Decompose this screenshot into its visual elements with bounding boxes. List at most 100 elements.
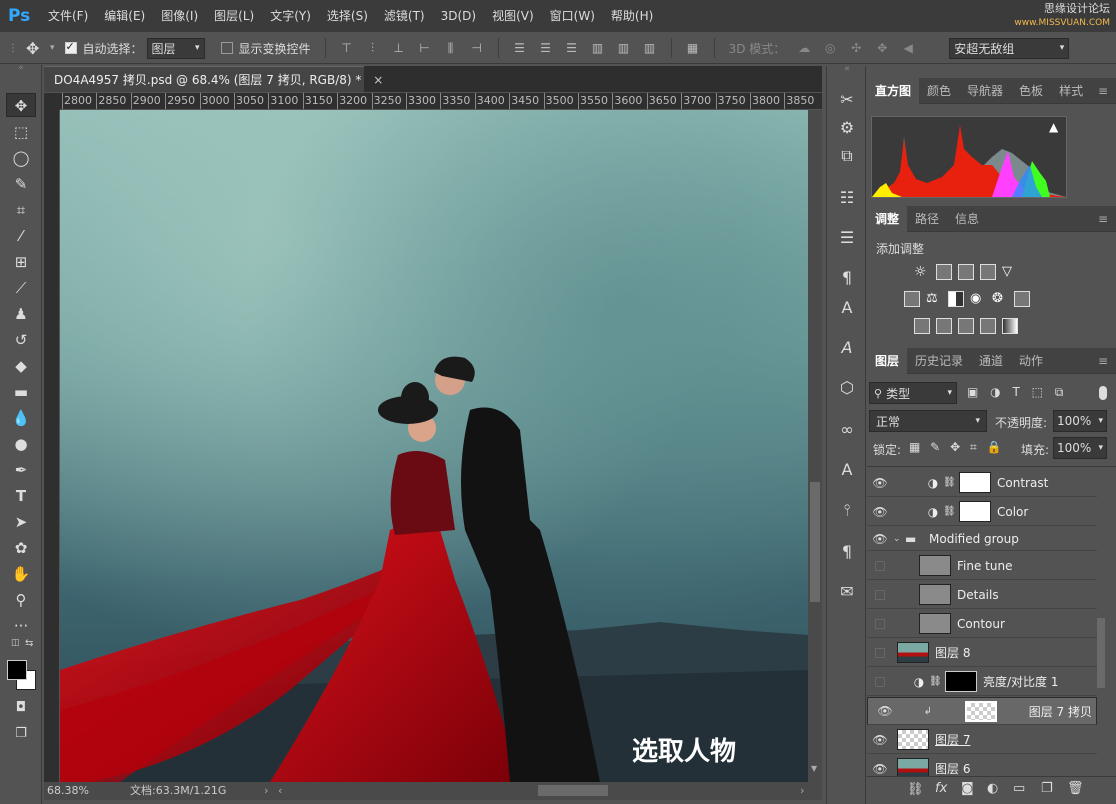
visibility-toggle[interactable] — [875, 676, 885, 687]
link-icon[interactable]: ⛓ — [943, 506, 956, 517]
history-brush-tool-icon[interactable]: ↺ — [6, 328, 36, 352]
layer-name[interactable]: Contour — [957, 617, 1005, 631]
layer-name[interactable]: Modified group — [929, 532, 1019, 546]
eyedropper-tool-icon[interactable]: ⁄ — [6, 224, 36, 248]
selective-color-icon[interactable] — [980, 318, 996, 334]
tab-paths[interactable]: 路径 — [907, 206, 947, 232]
visibility-eye-icon[interactable]: 👁 — [867, 532, 893, 546]
lock-image-icon[interactable]: ✎ — [930, 440, 940, 454]
tab-info[interactable]: 信息 — [947, 206, 987, 232]
tab-history[interactable]: 历史记录 — [907, 348, 971, 374]
channel-mixer-icon[interactable]: ❂ — [992, 291, 1008, 307]
horizontal-ruler[interactable]: 2800 2850 2900 2950 3000 3050 3100 3150 3200 3250… — [60, 93, 822, 110]
lasso-tool-icon[interactable]: ◯ — [6, 146, 36, 170]
visibility-eye-icon[interactable]: 👁 — [867, 762, 893, 776]
layer-thumbnail[interactable] — [897, 758, 929, 776]
character-icon[interactable]: A — [835, 458, 859, 482]
paragraph-styles-icon[interactable]: ¶ — [835, 266, 859, 290]
visibility-eye-icon[interactable]: 👁 — [867, 733, 893, 747]
gradient-tool-icon[interactable]: ▬ — [6, 380, 36, 404]
levels-icon[interactable] — [936, 264, 952, 280]
menu-type[interactable]: 文字(Y) — [262, 0, 319, 32]
panel-menu-icon[interactable]: ≡ — [1098, 212, 1108, 226]
character-styles-icon[interactable]: A — [835, 296, 859, 320]
align-left-icon[interactable]: ⊢ — [418, 41, 432, 55]
tab-navigator[interactable]: 导航器 — [959, 78, 1011, 104]
quick-select-tool-icon[interactable]: ✎ — [6, 172, 36, 196]
dodge-tool-icon[interactable]: ● — [6, 432, 36, 456]
link-icon[interactable]: ⛓ — [943, 477, 956, 488]
add-mask-icon[interactable]: ◙ — [961, 781, 974, 796]
tab-actions[interactable]: 动作 — [1011, 348, 1051, 374]
smart-object-filter-icon[interactable]: ⧉ — [1055, 385, 1064, 399]
show-transform-checkbox[interactable] — [220, 42, 233, 54]
opacity-field[interactable]: 100% ▾ — [1053, 410, 1107, 432]
collapse-icon[interactable]: « — [6, 61, 36, 75]
3d-slide-icon[interactable]: ✥ — [875, 41, 889, 55]
type-tool-icon[interactable]: T — [6, 484, 36, 508]
vertical-scrollbar[interactable]: ▼ — [808, 110, 822, 782]
glyphs-icon[interactable]: A — [835, 336, 859, 360]
close-tab-icon[interactable]: × — [373, 73, 383, 87]
layer-row-color[interactable]: 👁 ◑ ⛓ Color — [867, 498, 1097, 526]
layer-filter-dropdown[interactable]: ⚲ 类型 ▾ — [869, 382, 957, 404]
document-tab[interactable]: DO4A4957 拷贝.psd @ 68.4% (图层 7 拷贝, RGB/8)… — [44, 66, 383, 92]
foreground-color-swatch[interactable] — [7, 660, 27, 680]
scroll-right-icon[interactable]: › — [800, 782, 804, 800]
layer-row-layer7[interactable]: 👁 图层 7 — [867, 726, 1097, 754]
tab-layers[interactable]: 图层 — [867, 347, 908, 374]
horizontal-scroll-thumb[interactable] — [538, 785, 608, 796]
clone-source-icon[interactable]: ⧉ — [835, 144, 859, 168]
crop-tool-icon[interactable]: ⌗ — [6, 198, 36, 222]
align-right-icon[interactable]: ⊣ — [470, 41, 484, 55]
layer-thumbnail[interactable] — [897, 642, 929, 663]
visibility-toggle[interactable] — [875, 589, 885, 600]
layer-thumbnail[interactable] — [965, 700, 998, 722]
menu-layer[interactable]: 图层(L) — [206, 0, 262, 32]
color-balance-icon[interactable]: ⚖ — [926, 291, 942, 307]
quick-mask-icon[interactable]: ◘ — [6, 696, 36, 720]
layer-row-details[interactable]: Details — [867, 581, 1097, 609]
workspace-dropdown[interactable]: 安超无敌组 ▾ — [949, 37, 1070, 59]
invert-icon[interactable] — [914, 318, 930, 334]
menu-3d[interactable]: 3D(D) — [433, 0, 484, 32]
layer-row-layer8[interactable]: 图层 8 — [867, 639, 1097, 667]
exposure-icon[interactable] — [980, 264, 996, 280]
path-select-tool-icon[interactable]: ➤ — [6, 510, 36, 534]
auto-select-checkbox[interactable] — [64, 40, 77, 54]
swap-colors-icon[interactable]: ⇆ — [25, 638, 33, 649]
layer-name[interactable]: Color — [997, 505, 1028, 519]
styles-icon[interactable]: ⚙ — [835, 116, 859, 140]
scroll-thumb[interactable] — [810, 482, 820, 602]
link-layers-icon[interactable]: ⛓ — [907, 782, 924, 797]
layer-thumbnail[interactable] — [919, 555, 951, 576]
stamp-tool-icon[interactable]: ♟ — [6, 302, 36, 326]
filter-toggle[interactable] — [1099, 386, 1107, 400]
vibrance-icon[interactable]: ▽ — [1002, 264, 1018, 280]
layer-style-fx-icon[interactable]: fx — [935, 781, 947, 796]
posterize-icon[interactable] — [936, 318, 952, 334]
menu-view[interactable]: 视图(V) — [484, 0, 542, 32]
properties-icon[interactable]: ☷ — [835, 186, 859, 210]
screen-mode-icon[interactable]: ❐ — [6, 722, 36, 746]
pen-tool-icon[interactable]: ✒ — [6, 458, 36, 482]
layer-mask-thumbnail[interactable] — [959, 472, 991, 493]
new-layer-icon[interactable]: ❐ — [1041, 781, 1053, 796]
layer-name[interactable]: 图层 8 — [935, 644, 970, 661]
collapse-icon[interactable]: « — [835, 62, 859, 76]
tools-crossed-icon[interactable]: ✂ — [835, 88, 859, 112]
more-tools-icon[interactable]: ··· — [6, 614, 36, 638]
threshold-icon[interactable] — [958, 318, 974, 334]
layer-mask-thumbnail[interactable] — [959, 501, 991, 522]
libraries-icon[interactable]: ∞ — [835, 418, 859, 442]
tab-histogram[interactable]: 直方图 — [867, 77, 920, 104]
blend-mode-dropdown[interactable]: 正常 ▾ — [869, 410, 987, 432]
menu-help[interactable]: 帮助(H) — [603, 0, 661, 32]
scroll-down-icon[interactable]: ▼ — [811, 764, 817, 773]
move-tool-icon[interactable]: ✥ — [26, 39, 50, 58]
distribute-hcenter-icon[interactable]: ▥ — [617, 41, 631, 55]
color-lookup-icon[interactable] — [1014, 291, 1030, 307]
brush-tool-icon[interactable]: ⟋ — [6, 276, 36, 300]
eraser-tool-icon[interactable]: ◆ — [6, 354, 36, 378]
distribute-vcenter-icon[interactable]: ☰ — [539, 41, 553, 55]
